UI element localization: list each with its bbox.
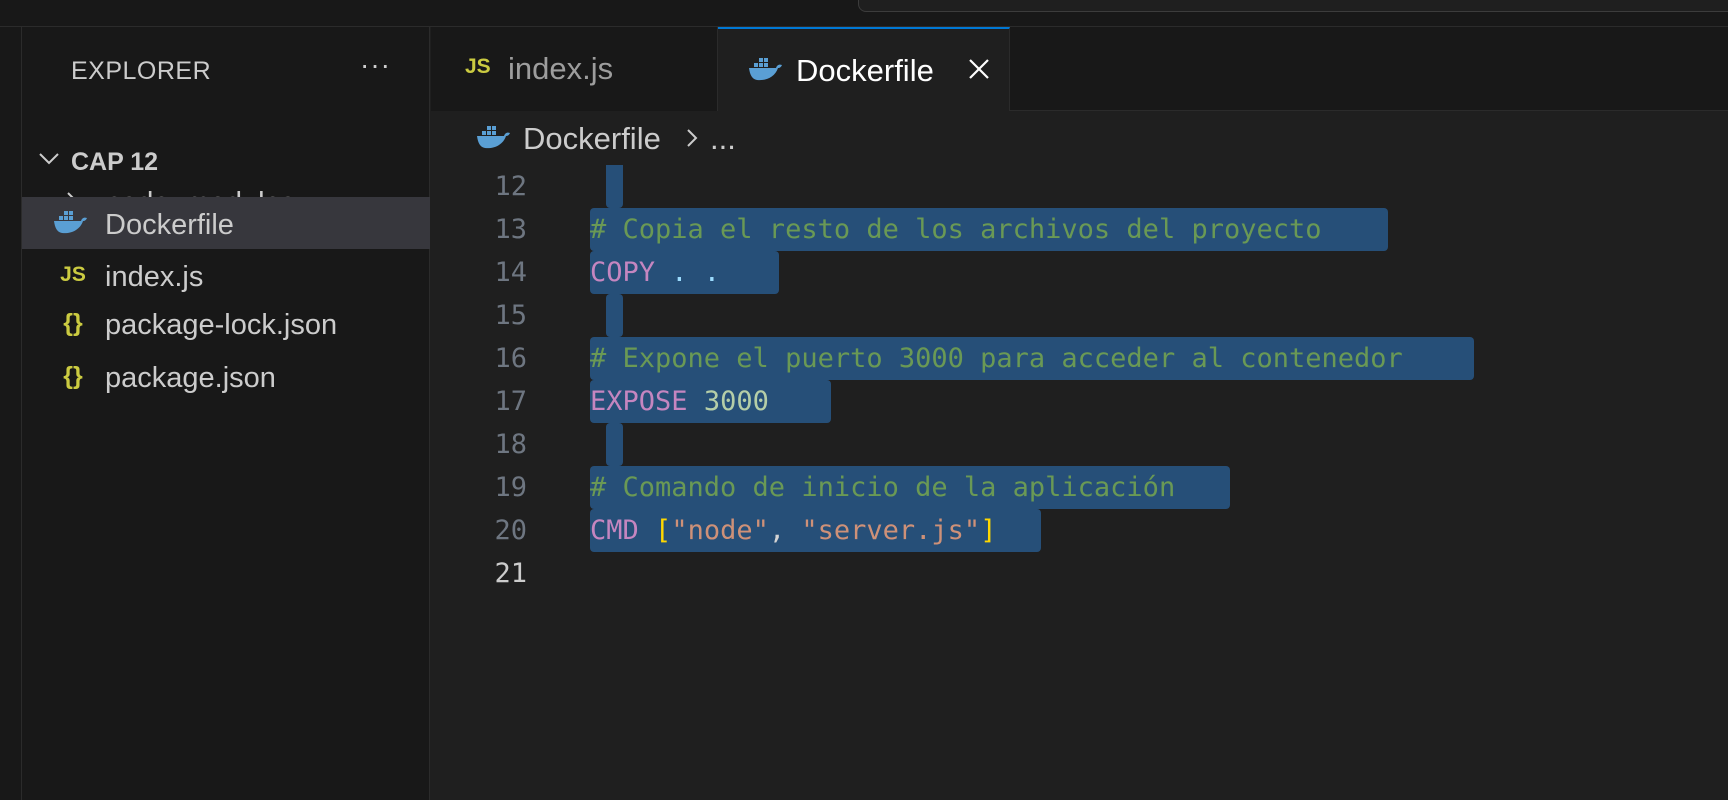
- js-icon: JS: [60, 263, 86, 286]
- explorer-header: EXPLORER ···: [22, 27, 430, 97]
- code-line: 17 EXPOSE 3000: [431, 380, 1728, 423]
- tab-dockerfile[interactable]: Dockerfile: [718, 27, 1010, 112]
- tree-item-label: package-lock.json: [105, 309, 338, 341]
- breadcrumb-file[interactable]: Dockerfile: [523, 121, 661, 157]
- command-center[interactable]: [858, 0, 1728, 12]
- code-editor[interactable]: 12 13 # Copia el resto de los archivos d…: [431, 165, 1728, 800]
- tab-label: Dockerfile: [796, 53, 934, 88]
- code-line: 18: [431, 423, 1728, 466]
- code-line: 13 # Copia el resto de los archivos del …: [431, 208, 1728, 251]
- string-token: "node": [671, 515, 769, 546]
- line-number: 17: [494, 386, 527, 417]
- number-token: 3000: [703, 386, 769, 417]
- chevron-right-icon: [687, 129, 698, 147]
- chevron-down-icon: [39, 153, 59, 165]
- explorer-sidebar: EXPLORER ··· CAP 12 node_modules Dockerf…: [22, 27, 430, 800]
- more-actions-button[interactable]: ···: [360, 49, 391, 81]
- bracket-token: ]: [980, 515, 997, 546]
- docker-icon: [477, 126, 510, 149]
- line-number: 14: [494, 257, 527, 288]
- code-line: 15: [431, 294, 1728, 337]
- selection-highlight: [606, 165, 623, 208]
- tab-label: index.js: [508, 51, 614, 86]
- breadcrumb-symbols[interactable]: ...: [710, 121, 736, 157]
- line-number: 12: [494, 171, 527, 202]
- keyword-token: COPY: [590, 257, 656, 288]
- tree-item-package-json[interactable]: {} package.json: [22, 350, 430, 402]
- code-line: 19 # Comando de inicio de la aplicación: [431, 466, 1728, 509]
- code-line: 20 CMD ["node", "server.js"]: [431, 509, 1728, 552]
- tree-item-package-lock-json[interactable]: {} package-lock.json: [22, 297, 430, 349]
- string-token: "server.js": [801, 515, 981, 546]
- activity-bar: [0, 27, 22, 800]
- line-number: 20: [494, 515, 527, 546]
- json-icon: {}: [63, 362, 83, 390]
- tab-index-js[interactable]: JS index.js: [431, 27, 718, 111]
- selection-highlight: [606, 294, 623, 337]
- tree-item-label: Dockerfile: [105, 209, 234, 241]
- comment-text: # Expone el puerto 3000 para acceder al …: [590, 343, 1403, 374]
- comment-text: # Comando de inicio de la aplicación: [590, 472, 1176, 503]
- close-icon[interactable]: [965, 55, 993, 83]
- keyword-token: EXPOSE: [590, 386, 688, 417]
- keyword-token: CMD: [590, 515, 639, 546]
- code-text: CMD ["node", "server.js"]: [590, 515, 996, 546]
- docker-icon: [54, 211, 87, 234]
- selection-highlight: [606, 423, 623, 466]
- line-number: 19: [494, 472, 527, 503]
- docker-icon: [749, 58, 782, 81]
- tree-item-dockerfile[interactable]: Dockerfile: [22, 197, 430, 249]
- line-number: 16: [494, 343, 527, 374]
- code-line-current: 21: [431, 552, 1728, 595]
- code-text: EXPOSE 3000: [590, 386, 769, 417]
- explorer-title: EXPLORER: [71, 57, 212, 85]
- tree-item-label: package.json: [105, 362, 276, 394]
- code-line: 16 # Expone el puerto 3000 para acceder …: [431, 337, 1728, 380]
- json-icon: {}: [63, 309, 83, 337]
- line-number: 18: [494, 429, 527, 460]
- tree-item-label: index.js: [105, 261, 204, 293]
- comma-token: ,: [768, 515, 802, 546]
- title-bar: [0, 0, 1728, 27]
- code-text: COPY . .: [590, 257, 720, 288]
- line-number: 13: [494, 214, 527, 245]
- bracket-token: [: [655, 515, 672, 546]
- tree-item-index-js[interactable]: JS index.js: [22, 249, 430, 301]
- args-token: . .: [655, 257, 721, 288]
- code-line: 12: [431, 165, 1728, 208]
- js-icon: JS: [465, 55, 491, 78]
- line-number: 21: [494, 558, 527, 589]
- line-number: 15: [494, 300, 527, 331]
- comment-text: # Copia el resto de los archivos del pro…: [590, 214, 1322, 245]
- folder-name: CAP 12: [71, 148, 159, 176]
- editor-tabs: JS index.js Dockerfile: [431, 27, 1728, 112]
- code-line: 14 COPY . .: [431, 251, 1728, 294]
- breadcrumb: Dockerfile ...: [431, 111, 1728, 165]
